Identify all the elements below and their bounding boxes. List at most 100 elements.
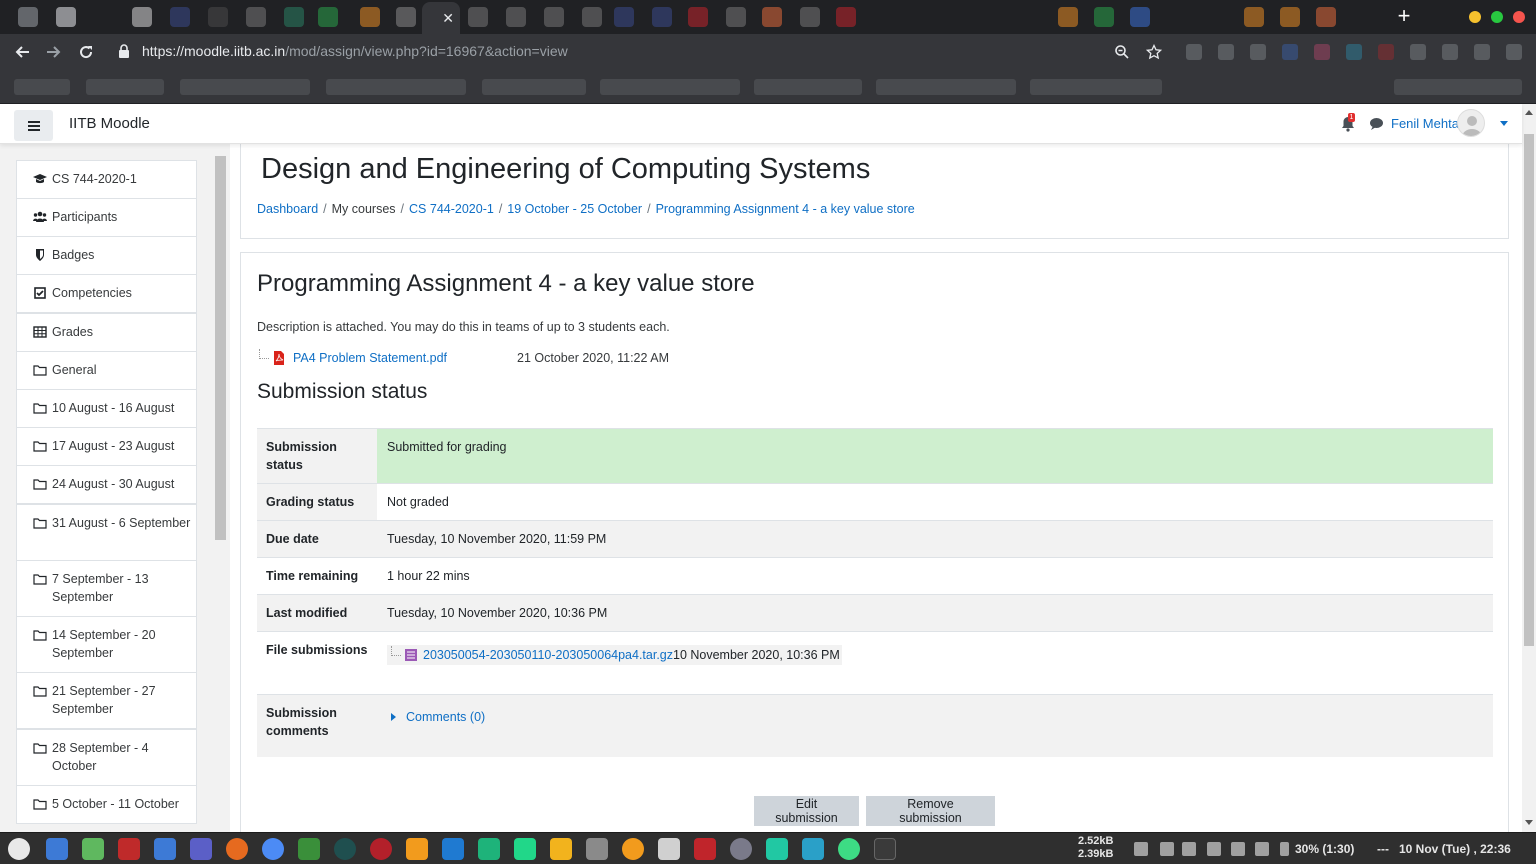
app-icon[interactable]	[622, 838, 644, 860]
close-window-button[interactable]	[1513, 11, 1525, 23]
submitted-file-link[interactable]: 203050054-203050110-203050064pa4.tar.gz	[423, 646, 673, 664]
user-menu-caret-icon[interactable]	[1500, 121, 1508, 126]
files-icon[interactable]	[154, 838, 176, 860]
bookmark-item[interactable]	[180, 79, 310, 95]
page-scrollbar-thumb[interactable]	[1524, 134, 1534, 646]
sidebar-item-section[interactable]: 14 September - 20 September	[16, 616, 197, 673]
tab-favicon[interactable]	[836, 7, 856, 27]
bookmark-item[interactable]	[326, 79, 466, 95]
scroll-up-arrow-icon[interactable]	[1525, 110, 1533, 115]
sublime-icon[interactable]	[406, 838, 428, 860]
firefox-icon[interactable]	[226, 838, 248, 860]
drawer-scrollbar-thumb[interactable]	[215, 156, 226, 540]
sidebar-item-section[interactable]: 24 August - 30 August	[16, 465, 197, 504]
show-desktop-icon[interactable]	[46, 838, 68, 860]
sidebar-item-competencies[interactable]: Competencies	[16, 274, 197, 313]
chrome-icon[interactable]	[262, 838, 284, 860]
bookmark-star-icon[interactable]	[1144, 42, 1164, 62]
extension-icon[interactable]	[1442, 44, 1458, 60]
app-icon[interactable]	[586, 838, 608, 860]
sidebar-item-course[interactable]: CS 744-2020-1	[16, 160, 197, 199]
comments-toggle[interactable]: Comments (0)	[391, 708, 485, 726]
reload-button[interactable]	[74, 40, 98, 64]
tab-favicon[interactable]	[170, 7, 190, 27]
active-tab[interactable]: ✕	[422, 2, 460, 34]
tab-favicon[interactable]	[1244, 7, 1264, 27]
extension-icon[interactable]	[1282, 44, 1298, 60]
sidebar-item-participants[interactable]: Participants	[16, 198, 197, 237]
app-icon[interactable]	[802, 838, 824, 860]
drawer-scrollbar[interactable]	[214, 146, 227, 832]
breadcrumb-dashboard[interactable]: Dashboard	[257, 202, 318, 216]
tray-shield-icon[interactable]	[1160, 842, 1174, 856]
extension-icon[interactable]	[1186, 44, 1202, 60]
tab-favicon[interactable]	[544, 7, 564, 27]
edit-submission-button[interactable]: Edit submission	[754, 796, 859, 826]
sidebar-item-section[interactable]: 31 August - 6 September	[16, 504, 197, 561]
tab-favicon[interactable]	[56, 7, 76, 27]
app-icon[interactable]	[694, 838, 716, 860]
lock-icon[interactable]	[119, 44, 129, 58]
sidebar-item-section[interactable]: 10 August - 16 August	[16, 389, 197, 428]
tab-favicon[interactable]	[246, 7, 266, 27]
breadcrumb-course[interactable]: CS 744-2020-1	[409, 202, 494, 216]
android-studio-icon[interactable]	[838, 838, 860, 860]
app-icon[interactable]	[658, 838, 680, 860]
toggle-drawer-button[interactable]	[14, 110, 53, 141]
mint-menu-icon[interactable]	[8, 838, 30, 860]
tray-chip-icon[interactable]	[1182, 842, 1196, 856]
tab-favicon[interactable]	[208, 7, 228, 27]
tab-favicon[interactable]	[582, 7, 602, 27]
user-name[interactable]: Fenil Mehta	[1391, 116, 1459, 131]
tab-favicon[interactable]	[1280, 7, 1300, 27]
sidebar-item-section[interactable]: 28 September - 4 October	[16, 729, 197, 786]
sidebar-item-section[interactable]: 21 September - 27 September	[16, 672, 197, 729]
bookmark-item[interactable]	[754, 79, 862, 95]
tab-favicon[interactable]	[652, 7, 672, 27]
app-icon[interactable]	[298, 838, 320, 860]
tab-favicon[interactable]	[688, 7, 708, 27]
extension-icon[interactable]	[1218, 44, 1234, 60]
extension-icon[interactable]	[1250, 44, 1266, 60]
tab-favicon[interactable]	[18, 7, 38, 27]
printer-icon[interactable]	[1207, 842, 1221, 856]
app-icon[interactable]	[766, 838, 788, 860]
sidebar-item-section[interactable]: 17 August - 23 August	[16, 427, 197, 466]
extension-icon[interactable]	[1474, 44, 1490, 60]
tray-app-icon[interactable]	[1134, 842, 1148, 856]
bookmark-item[interactable]	[86, 79, 164, 95]
maximize-window-button[interactable]	[1491, 11, 1503, 23]
user-avatar[interactable]	[1457, 109, 1485, 137]
remove-submission-button[interactable]: Remove submission	[866, 796, 995, 826]
bookmark-item[interactable]	[14, 79, 70, 95]
bookmark-item[interactable]	[1030, 79, 1162, 95]
forward-button[interactable]	[42, 40, 66, 64]
attachment-link[interactable]: PA4 Problem Statement.pdf	[293, 351, 447, 365]
terminal-folder-icon[interactable]	[82, 838, 104, 860]
message-drawer-icon[interactable]	[1369, 117, 1384, 131]
tab-favicon[interactable]	[468, 7, 488, 27]
sidebar-item-badges[interactable]: Badges	[16, 236, 197, 275]
sidebar-item-grades[interactable]: Grades	[16, 313, 197, 352]
close-tab-icon[interactable]: ✕	[442, 10, 454, 27]
cherrytree-icon[interactable]	[370, 838, 392, 860]
tab-favicon[interactable]	[800, 7, 820, 27]
camera-icon[interactable]	[730, 838, 752, 860]
sidebar-item-section[interactable]: 7 September - 13 September	[16, 560, 197, 617]
sidebar-item-section[interactable]: General	[16, 351, 197, 390]
battery-status[interactable]: 30% (1:30)	[1295, 842, 1354, 856]
tab-favicon[interactable]	[726, 7, 746, 27]
clock[interactable]: 10 Nov (Tue) , 22:36	[1399, 842, 1511, 856]
sidebar-item-section[interactable]: 5 October - 11 October	[16, 785, 197, 824]
tab-favicon[interactable]	[1316, 7, 1336, 27]
extension-icon[interactable]	[1410, 44, 1426, 60]
tab-favicon[interactable]	[132, 7, 152, 27]
tab-favicon[interactable]	[1094, 7, 1114, 27]
tab-favicon[interactable]	[318, 7, 338, 27]
app-icon[interactable]	[334, 838, 356, 860]
minimize-window-button[interactable]	[1469, 11, 1481, 23]
tab-favicon[interactable]	[1130, 7, 1150, 27]
site-name[interactable]: IITB Moodle	[69, 115, 150, 132]
tab-favicon[interactable]	[284, 7, 304, 27]
bookmark-item[interactable]	[600, 79, 740, 95]
